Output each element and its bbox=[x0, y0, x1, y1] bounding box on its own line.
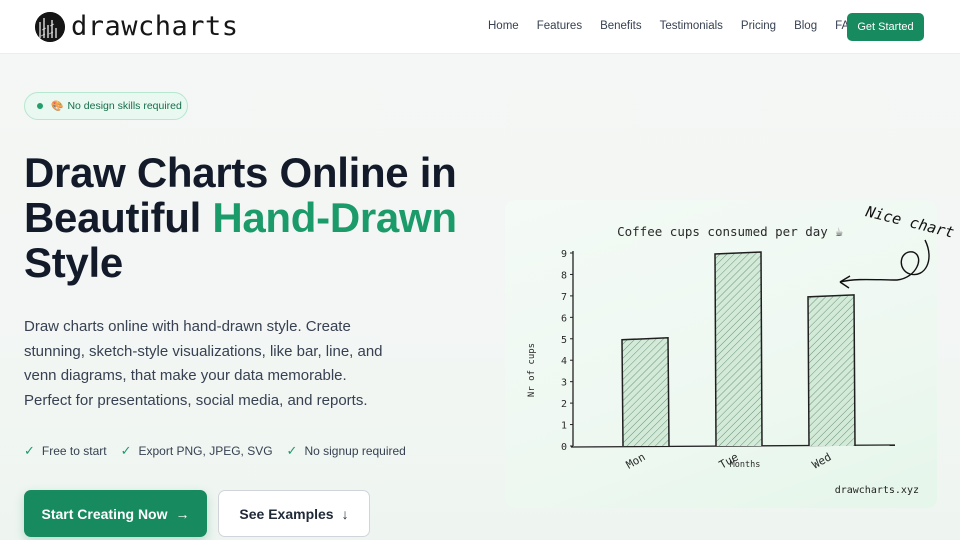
chart-annotation: Nice chart! bbox=[863, 202, 955, 244]
palette-emoji-icon: 🎨 bbox=[51, 100, 64, 112]
hero-title: Draw Charts Online in Beautiful Hand-Dra… bbox=[24, 150, 494, 285]
nav-link-pricing[interactable]: Pricing bbox=[741, 18, 776, 34]
annotation-arrow-curve bbox=[839, 239, 930, 283]
feature-label: No signup required bbox=[304, 444, 406, 458]
feature-item: ✓ No signup required bbox=[287, 443, 406, 459]
get-started-button[interactable]: Get Started bbox=[847, 13, 924, 41]
brand-logo[interactable]: drawcharts bbox=[35, 11, 239, 43]
y-tick-label: 3 bbox=[561, 378, 567, 389]
see-examples-button[interactable]: See Examples ↓ bbox=[218, 490, 370, 537]
y-axis-label: Nr of cups bbox=[527, 343, 537, 397]
sketch-bar-chart: Coffee cups consumed per day ☕ Nr of cup… bbox=[527, 202, 955, 496]
y-tick-label: 5 bbox=[561, 335, 567, 346]
hero-description: Draw charts online with hand-drawn style… bbox=[24, 318, 383, 409]
arrow-down-icon: ↓ bbox=[341, 505, 349, 522]
hero-title-accent: Hand-Drawn bbox=[212, 194, 457, 241]
see-examples-label: See Examples bbox=[239, 505, 334, 522]
y-tick-label: 7 bbox=[561, 292, 567, 303]
nav-link-benefits[interactable]: Benefits bbox=[600, 18, 642, 34]
nav-link-testimonials[interactable]: Testimonials bbox=[660, 18, 723, 34]
feature-list: ✓ Free to start ✓ Export PNG, JPEG, SVG … bbox=[24, 443, 420, 459]
check-icon: ✓ bbox=[120, 443, 132, 458]
bar-wed bbox=[807, 294, 856, 447]
check-icon: ✓ bbox=[286, 443, 298, 458]
nav-link-features[interactable]: Features bbox=[537, 18, 582, 34]
y-tick-label: 1 bbox=[561, 421, 567, 432]
y-tick-label: 4 bbox=[561, 356, 567, 367]
top-navbar: drawcharts Home Features Benefits Testim… bbox=[0, 0, 960, 54]
feature-item: ✓ Export PNG, JPEG, SVG bbox=[121, 443, 273, 459]
logo-mark-icon bbox=[35, 12, 65, 42]
chart-watermark: drawcharts.xyz bbox=[835, 485, 919, 496]
start-creating-button[interactable]: Start Creating Now → bbox=[24, 490, 207, 537]
arrow-right-icon: → bbox=[175, 505, 190, 522]
hero-title-line3: Style bbox=[24, 239, 123, 286]
badge-text: No design skills required bbox=[67, 100, 182, 112]
brand-name: drawcharts bbox=[71, 11, 239, 42]
no-design-skills-badge: 🎨 No design skills required bbox=[24, 92, 188, 120]
nav-link-blog[interactable]: Blog bbox=[794, 18, 817, 34]
y-tick-label: 9 bbox=[561, 249, 567, 260]
y-tick-label: 6 bbox=[561, 313, 567, 324]
hero-title-line1: Draw Charts Online in bbox=[24, 149, 457, 196]
x-tick-label: Wed bbox=[810, 450, 834, 471]
start-creating-label: Start Creating Now bbox=[41, 505, 168, 522]
hero-title-line2: Beautiful bbox=[24, 194, 213, 241]
main-menu: Home Features Benefits Testimonials Pric… bbox=[488, 18, 876, 34]
bar-mon bbox=[621, 336, 670, 447]
x-tick-label: Mon bbox=[624, 450, 648, 471]
y-tick-label: 2 bbox=[561, 399, 567, 410]
x-axis-label: Months bbox=[730, 460, 761, 470]
chart-title: Coffee cups consumed per day ☕ bbox=[617, 224, 843, 239]
feature-label: Export PNG, JPEG, SVG bbox=[138, 444, 273, 458]
bars bbox=[621, 251, 856, 447]
y-tick-label: 0 bbox=[561, 442, 567, 453]
y-tick-label: 8 bbox=[561, 270, 567, 281]
nav-link-home[interactable]: Home bbox=[488, 18, 519, 34]
check-icon: ✓ bbox=[24, 443, 35, 458]
status-dot bbox=[37, 103, 43, 109]
feature-item: ✓ Free to start bbox=[24, 443, 107, 459]
bar-tue bbox=[714, 251, 763, 447]
feature-label: Free to start bbox=[41, 444, 107, 458]
